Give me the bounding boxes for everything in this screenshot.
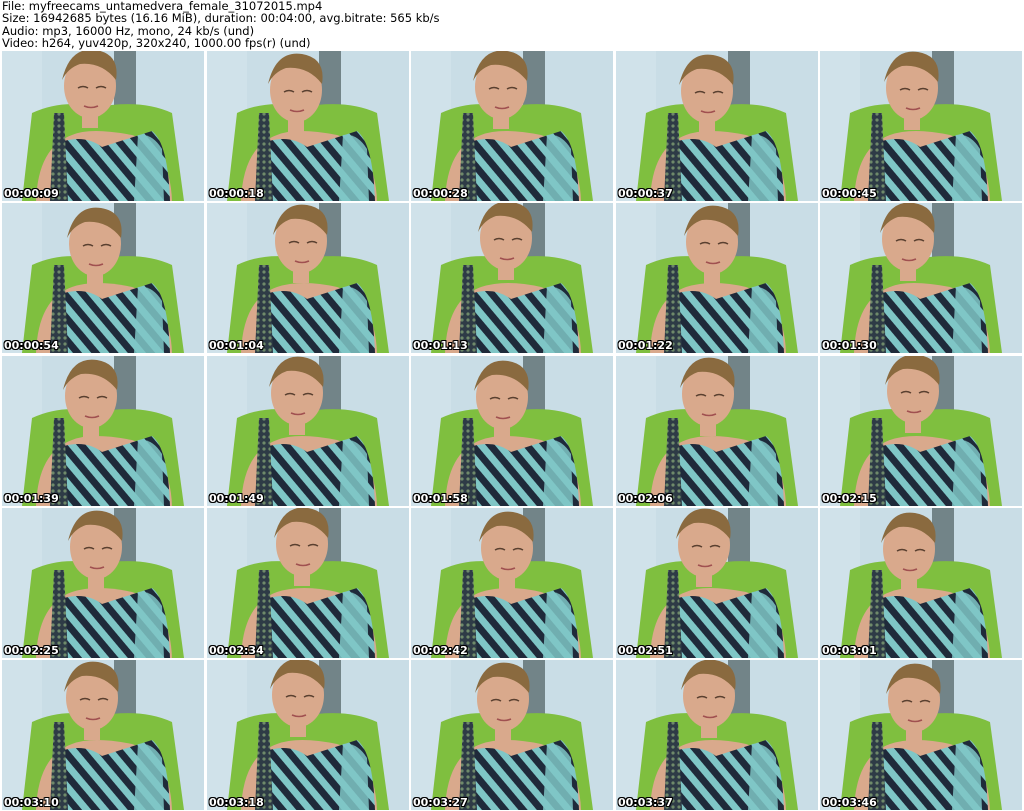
frame-image <box>820 51 1022 201</box>
thumbnail-timestamp: 00:00:37 <box>618 187 673 200</box>
video-thumbnail: 00:03:10 <box>2 660 204 810</box>
frame-image <box>2 356 204 506</box>
thumbnail-timestamp: 00:02:34 <box>209 644 264 657</box>
thumbnail-timestamp: 00:03:10 <box>4 796 59 809</box>
thumbnail-timestamp: 00:00:54 <box>4 339 59 352</box>
frame-image <box>411 51 613 201</box>
thumbnail-timestamp: 00:00:45 <box>822 187 877 200</box>
video-thumbnail: 00:01:04 <box>207 203 409 353</box>
video-thumbnail: 00:03:01 <box>820 508 1022 658</box>
video-thumbnail: 00:01:39 <box>2 356 204 506</box>
frame-image <box>820 660 1022 810</box>
thumbnail-timestamp: 00:00:09 <box>4 187 59 200</box>
frame-image <box>616 508 818 658</box>
frame-image <box>616 660 818 810</box>
frame-image <box>207 203 409 353</box>
thumbnail-timestamp: 00:02:15 <box>822 492 877 505</box>
thumbnail-timestamp: 00:02:51 <box>618 644 673 657</box>
frame-image <box>2 51 204 201</box>
video-thumbnail: 00:01:22 <box>616 203 818 353</box>
video-thumbnail: 00:00:45 <box>820 51 1022 201</box>
thumbnail-timestamp: 00:01:13 <box>413 339 468 352</box>
size-duration-line: Size: 16942685 bytes (16.16 MiB), durati… <box>2 11 440 26</box>
frame-image <box>2 660 204 810</box>
video-thumbnail: 00:03:18 <box>207 660 409 810</box>
thumbnail-timestamp: 00:03:01 <box>822 644 877 657</box>
thumbnail-timestamp: 00:00:28 <box>413 187 468 200</box>
video-thumbnail: 00:02:25 <box>2 508 204 658</box>
frame-image <box>411 356 613 506</box>
thumbnail-timestamp: 00:01:49 <box>209 492 264 505</box>
video-thumbnail: 00:00:37 <box>616 51 818 201</box>
video-thumbnail: 00:03:37 <box>616 660 818 810</box>
thumbnail-timestamp: 00:03:46 <box>822 796 877 809</box>
video-thumbnail: 00:00:18 <box>207 51 409 201</box>
thumbnail-timestamp: 00:02:42 <box>413 644 468 657</box>
thumbnail-timestamp: 00:02:25 <box>4 644 59 657</box>
frame-image <box>820 508 1022 658</box>
frame-image <box>207 356 409 506</box>
video-thumbnail: 00:00:54 <box>2 203 204 353</box>
video-info-line: Video: h264, yuv420p, 320x240, 1000.00 f… <box>2 36 311 51</box>
video-thumbnail: 00:01:30 <box>820 203 1022 353</box>
thumbnail-timestamp: 00:02:06 <box>618 492 673 505</box>
frame-image <box>411 203 613 353</box>
video-thumbnail: 00:03:27 <box>411 660 613 810</box>
frame-image <box>820 356 1022 506</box>
thumbnail-timestamp: 00:01:04 <box>209 339 264 352</box>
video-thumbnail: 00:01:49 <box>207 356 409 506</box>
video-thumbnail: 00:01:58 <box>411 356 613 506</box>
thumbnail-grid: 00:00:09 00:00:18 00:00:28 00:00:37 00:0… <box>0 50 1024 811</box>
frame-image <box>2 508 204 658</box>
thumbnail-timestamp: 00:03:27 <box>413 796 468 809</box>
thumbnail-timestamp: 00:03:37 <box>618 796 673 809</box>
thumbnail-timestamp: 00:01:39 <box>4 492 59 505</box>
frame-image <box>616 51 818 201</box>
thumbnail-timestamp: 00:01:30 <box>822 339 877 352</box>
thumbnail-timestamp: 00:00:18 <box>209 187 264 200</box>
frame-image <box>2 203 204 353</box>
video-thumbnail: 00:00:28 <box>411 51 613 201</box>
frame-image <box>616 203 818 353</box>
thumbnail-timestamp: 00:03:18 <box>209 796 264 809</box>
frame-image <box>616 356 818 506</box>
frame-image <box>207 508 409 658</box>
frame-image <box>820 203 1022 353</box>
frame-image <box>411 660 613 810</box>
video-thumbnail: 00:02:15 <box>820 356 1022 506</box>
frame-image <box>411 508 613 658</box>
thumbnail-timestamp: 00:01:22 <box>618 339 673 352</box>
video-thumbnail: 00:02:42 <box>411 508 613 658</box>
file-info-header: File: myfreecams_untamedvera_female_3107… <box>2 0 1022 50</box>
video-thumbnail: 00:02:34 <box>207 508 409 658</box>
video-thumbnail: 00:01:13 <box>411 203 613 353</box>
frame-image <box>207 51 409 201</box>
video-thumbnail: 00:02:51 <box>616 508 818 658</box>
video-thumbnail: 00:02:06 <box>616 356 818 506</box>
video-thumbnail: 00:00:09 <box>2 51 204 201</box>
video-thumbnail: 00:03:46 <box>820 660 1022 810</box>
frame-image <box>207 660 409 810</box>
thumbnail-timestamp: 00:01:58 <box>413 492 468 505</box>
